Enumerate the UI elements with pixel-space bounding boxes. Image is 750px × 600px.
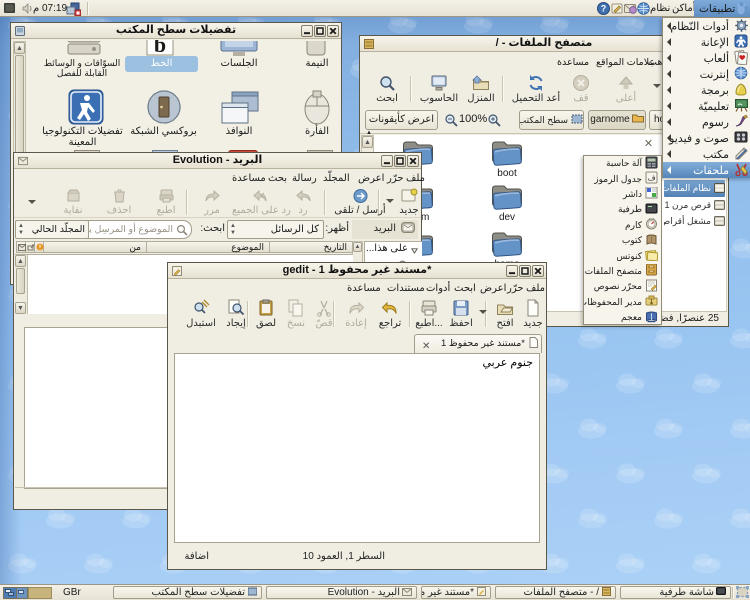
svg-text:ف: ف [647, 174, 655, 183]
svg-text:b: b [154, 40, 166, 56]
svg-text:?: ? [601, 4, 607, 14]
